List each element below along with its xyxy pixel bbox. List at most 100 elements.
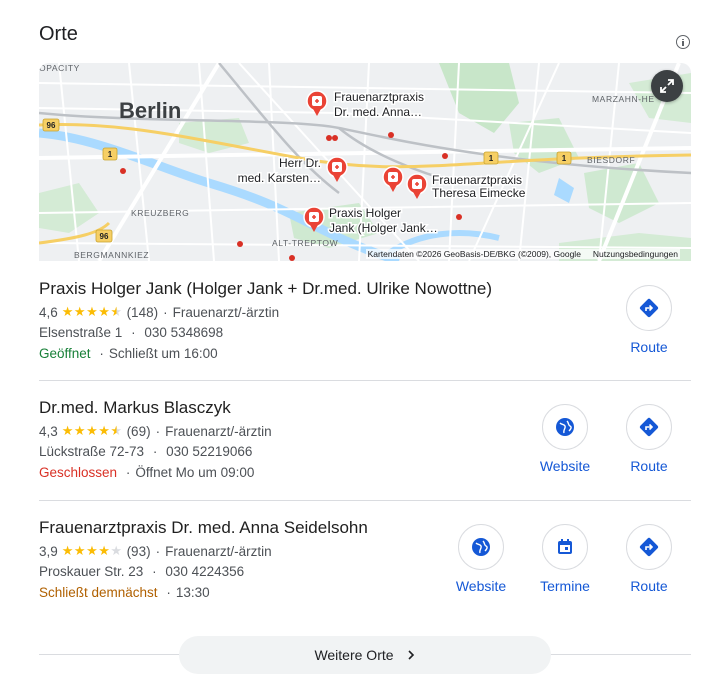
expand-icon: [660, 79, 674, 93]
pin-label: Herr Dr.: [279, 156, 321, 170]
place-address: Elsenstraße 1: [39, 325, 123, 340]
place-phone[interactable]: 030 4224356: [165, 564, 244, 579]
directions-icon: [639, 298, 659, 318]
pin-label: Jank (Holger Jank…: [329, 221, 438, 235]
place-phone[interactable]: 030 52219066: [166, 444, 252, 459]
district-label: BIESDORF: [587, 155, 635, 165]
directions-icon: [639, 537, 659, 557]
route-button-circle: [626, 524, 672, 570]
review-count[interactable]: (93): [127, 544, 151, 559]
pin-label: Theresa Eimecke: [432, 186, 526, 200]
road-shield: 96: [100, 232, 109, 241]
route-button[interactable]: Route: [609, 404, 689, 474]
hours-line: Geöffnet · Schließt um 16:00: [39, 346, 691, 361]
review-count[interactable]: (69): [127, 424, 151, 439]
district-label: MARZAHN-HE: [592, 94, 655, 104]
city-label: Berlin: [119, 98, 181, 123]
website-label: Website: [539, 458, 591, 474]
more-places-label: Weitere Orte: [314, 647, 394, 663]
address-line: Elsenstraße 1 · 030 5348698: [39, 325, 691, 340]
road-shield: 96: [47, 121, 56, 130]
place-name[interactable]: Praxis Holger Jank (Holger Jank + Dr.med…: [39, 279, 691, 299]
place-address: Lückstraße 72-73: [39, 444, 145, 459]
rating-line: 4,6 ★★★★★ (148) · Frauenarzt/-ärztin: [39, 304, 691, 320]
globe-icon: [556, 418, 574, 436]
star-rating: ★★★★★: [62, 423, 123, 439]
rating-value: 4,6: [39, 304, 58, 320]
appointments-button[interactable]: Termine: [525, 524, 605, 594]
result-divider: [39, 500, 691, 501]
result-divider: [39, 380, 691, 381]
half-star-icon: ★: [110, 304, 123, 319]
separator: ·: [152, 444, 158, 459]
info-icon[interactable]: [676, 35, 690, 49]
calendar-icon: [558, 539, 572, 554]
place-category: Frauenarzt/-ärztin: [165, 423, 272, 439]
map-attribution-text: Kartendaten ©2026 GeoBasis-DE/BKG (©2009…: [367, 249, 581, 259]
separator: ·: [163, 304, 168, 320]
pin-label: Frauenarztpraxis: [334, 90, 424, 104]
website-button[interactable]: Website: [441, 524, 521, 594]
appointments-label: Termine: [540, 578, 590, 594]
chevron-right-icon: [407, 650, 414, 660]
map-canvas: 96 1 96 1 1 OPACITY BERGMANNKIEZ KREUZBE…: [39, 63, 691, 261]
rating-value: 3,9: [39, 543, 58, 559]
separator: ·: [99, 346, 104, 361]
star-rating: ★★★★★: [62, 304, 123, 320]
route-button-circle: [626, 404, 672, 450]
hours-detail: Schließt um 16:00: [108, 346, 218, 361]
road-shield: 1: [562, 154, 567, 163]
hours-detail: Öffnet Mo um 09:00: [135, 465, 255, 480]
map-preview[interactable]: 96 1 96 1 1 OPACITY BERGMANNKIEZ KREUZBE…: [39, 63, 691, 261]
route-button-circle: [626, 285, 672, 331]
place-result[interactable]: Praxis Holger Jank (Holger Jank + Dr.med…: [39, 279, 691, 361]
separator: ·: [166, 585, 171, 600]
separator: ·: [155, 423, 161, 439]
website-button-circle: [542, 404, 588, 450]
star-rating: ★★★★★: [62, 543, 123, 559]
road-shield: 1: [108, 150, 113, 159]
star-icon: ★★★★: [61, 304, 111, 319]
section-title: Orte: [39, 23, 78, 45]
road-shield: 1: [489, 154, 494, 163]
separator: ·: [152, 564, 157, 579]
pin-label: med. Karsten…: [238, 171, 321, 185]
star-icon: ★★★★: [61, 543, 111, 558]
district-label: BERGMANNKIEZ: [74, 250, 149, 260]
more-places-button[interactable]: Weitere Orte: [179, 636, 551, 674]
closing-soon-status: Schließt demnächst: [39, 585, 158, 600]
open-status: Geöffnet: [39, 346, 91, 361]
website-button-circle: [458, 524, 504, 570]
website-label: Website: [455, 578, 507, 594]
review-count[interactable]: (148): [127, 305, 159, 320]
route-button[interactable]: Route: [609, 285, 689, 355]
place-category: Frauenarzt/-ärztin: [172, 304, 280, 320]
separator: ·: [131, 325, 136, 340]
route-label: Route: [630, 339, 668, 355]
appointments-button-circle: [542, 524, 588, 570]
expand-map-button[interactable]: [651, 70, 683, 102]
place-category: Frauenarzt/-ärztin: [165, 543, 272, 559]
route-label: Route: [630, 578, 668, 594]
rating-value: 4,3: [39, 423, 58, 439]
star-icon: ★★★★: [61, 423, 111, 438]
closed-status: Geschlossen: [39, 465, 118, 480]
route-label: Route: [630, 458, 668, 474]
pin-label: Dr. med. Anna…: [334, 105, 422, 119]
separator: ·: [125, 465, 131, 480]
empty-star-icon: ★: [110, 543, 123, 558]
terms-link[interactable]: Nutzungsbedingungen: [593, 249, 678, 259]
half-star-icon: ★: [110, 423, 123, 438]
district-label: KREUZBERG: [131, 208, 189, 218]
separator: ·: [155, 543, 161, 559]
globe-icon: [472, 538, 490, 556]
map-attribution: Kartendaten ©2026 GeoBasis-DE/BKG (©2009…: [365, 249, 680, 259]
pin-label: Praxis Holger: [329, 206, 401, 220]
directions-icon: [639, 417, 659, 437]
pin-label: Frauenarztpraxis: [432, 173, 522, 187]
district-label: ALT-TREPTOW: [272, 238, 338, 248]
route-button[interactable]: Route: [609, 524, 689, 594]
hours-detail: 13:30: [175, 585, 210, 600]
place-phone[interactable]: 030 5348698: [144, 325, 223, 340]
website-button[interactable]: Website: [525, 404, 605, 474]
